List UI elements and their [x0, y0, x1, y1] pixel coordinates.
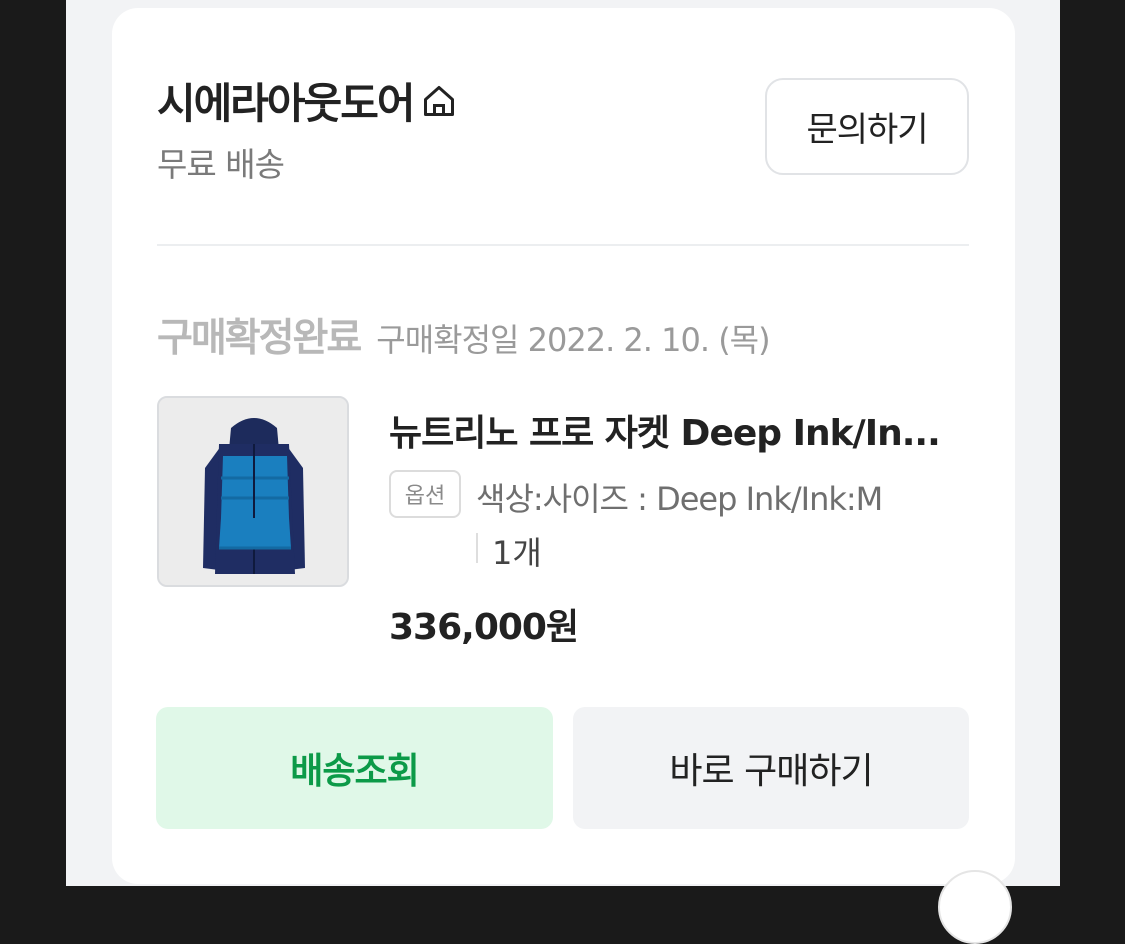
product-thumbnail[interactable] [157, 396, 349, 587]
quantity-separator [476, 533, 478, 563]
track-delivery-button[interactable]: 배송조회 [156, 707, 553, 829]
order-status: 구매확정완료 [157, 316, 362, 361]
shipping-info: 무료 배송 [157, 145, 285, 184]
seller-name[interactable]: 시에라아웃도어 [157, 70, 415, 131]
product-price: 336,000원 [389, 607, 579, 648]
quantity: 1개 [492, 534, 542, 572]
floating-circle-button[interactable] [938, 870, 1012, 944]
order-status-row: 구매확정완료 구매확정일 2022. 2. 10. (목) [157, 307, 771, 363]
inquiry-button[interactable]: 문의하기 [765, 78, 969, 175]
confirm-date: 구매확정일 2022. 2. 10. (목) [376, 321, 770, 359]
seller-name-row[interactable]: 시에라아웃도어 [157, 70, 457, 131]
option-text: 색상:사이즈 : Deep Ink/Ink:M [476, 480, 883, 518]
buy-now-button[interactable]: 바로 구매하기 [573, 707, 969, 829]
jacket-image [159, 398, 347, 585]
product-name[interactable]: 뉴트리노 프로 자켓 Deep Ink/In... [389, 404, 979, 456]
option-badge: 옵션 [389, 470, 461, 518]
divider [157, 244, 969, 246]
home-icon [424, 85, 455, 116]
